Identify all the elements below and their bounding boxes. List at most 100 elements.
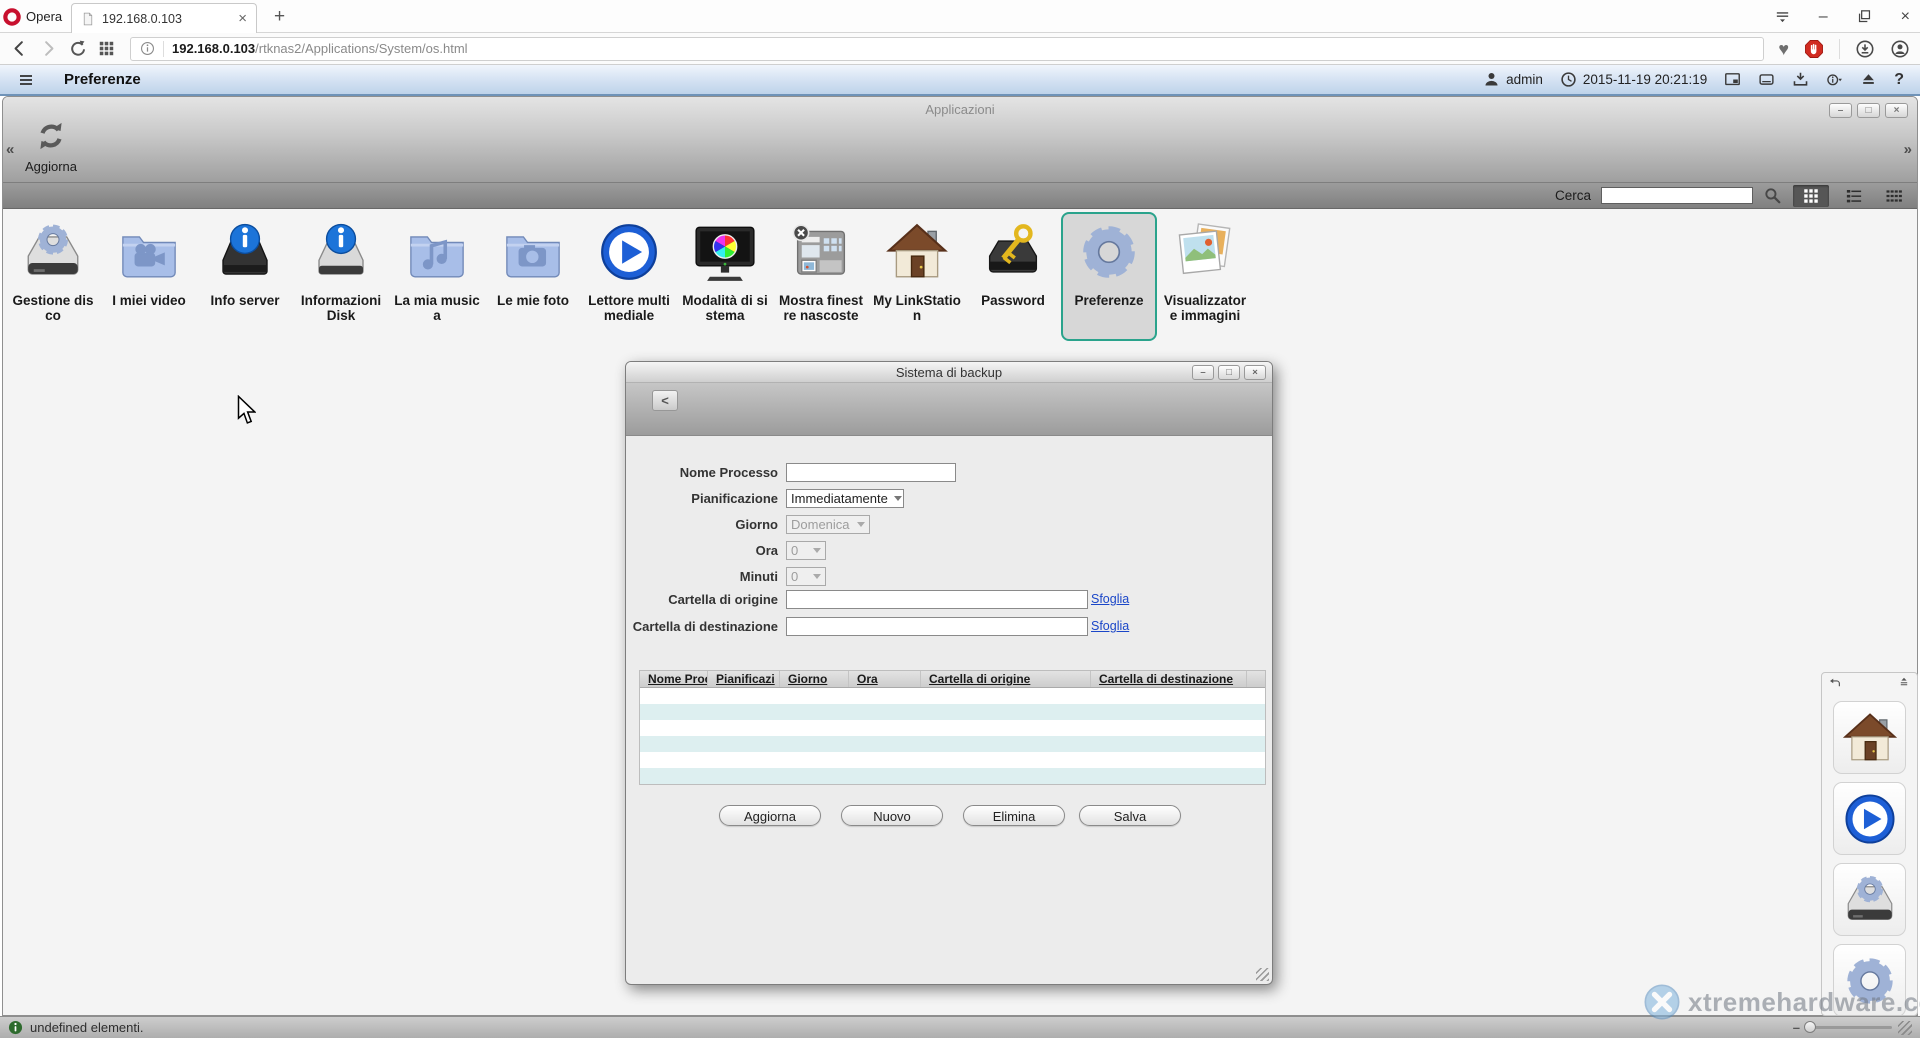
info-dropdown-icon[interactable]: [1826, 71, 1843, 88]
app-item-lettore-multimediale[interactable]: Lettore multimediale: [581, 212, 677, 341]
browser-tab[interactable]: 192.168.0.103 ×: [71, 3, 257, 33]
back-button[interactable]: [10, 39, 29, 58]
site-info-icon[interactable]: [140, 41, 155, 56]
table-row[interactable]: [640, 688, 1265, 704]
app-item-info-server[interactable]: Info server: [197, 212, 293, 341]
tab-menu-icon[interactable]: [1774, 8, 1791, 25]
help-button[interactable]: ?: [1894, 71, 1904, 89]
aggiorna-button[interactable]: Aggiorna: [719, 805, 821, 826]
dialog-maximize-button[interactable]: □: [1218, 365, 1240, 380]
app-item-informazioni-disk[interactable]: Informazioni Disk: [293, 212, 389, 341]
window-resize-grip[interactable]: [1898, 1021, 1912, 1035]
app-item-my-linkstation[interactable]: My LinkStation: [869, 212, 965, 341]
salva-button[interactable]: Salva: [1079, 805, 1181, 826]
dock-collapse-icon[interactable]: [1897, 676, 1911, 690]
user-icon[interactable]: [1483, 71, 1500, 88]
window-close-button[interactable]: ×: [1901, 8, 1910, 26]
grid-view-button[interactable]: [1793, 185, 1829, 207]
dialog-resize-grip[interactable]: [1256, 968, 1269, 981]
app-item-le-mie-foto[interactable]: Le mie foto: [485, 212, 581, 341]
table-row[interactable]: [640, 768, 1265, 784]
zoom-slider-knob[interactable]: [1804, 1021, 1816, 1033]
source-browse-link[interactable]: Sfoglia: [1091, 592, 1129, 606]
status-bar: undefined elementi. –: [0, 1016, 1920, 1038]
table-header-cartella-di-destinazione[interactable]: Cartella di destinazione: [1091, 671, 1247, 687]
display-icon[interactable]: [1724, 71, 1741, 88]
process-name-input[interactable]: [786, 463, 956, 482]
dock-item-media-player[interactable]: [1833, 782, 1906, 855]
speed-dial-button[interactable]: [97, 39, 116, 58]
forward-button[interactable]: [39, 39, 58, 58]
elimina-button[interactable]: Elimina: [963, 805, 1065, 826]
nuovo-button[interactable]: Nuovo: [841, 805, 943, 826]
table-header-cartella-di-origine[interactable]: Cartella di origine: [921, 671, 1091, 687]
hour-select: 0: [786, 541, 826, 560]
refresh-apps-button[interactable]: Aggiorna: [19, 119, 83, 174]
dock-item-preferences[interactable]: [1833, 944, 1906, 1016]
table-header-nome-proc[interactable]: Nome Proc: [640, 671, 708, 687]
source-folder-input[interactable]: [786, 590, 1088, 609]
browser-menu-button[interactable]: Opera: [0, 0, 70, 33]
bookmark-heart-icon[interactable]: ♥: [1778, 40, 1789, 58]
dock-item-disk-manager[interactable]: [1833, 863, 1906, 936]
destination-folder-input[interactable]: [786, 617, 1088, 636]
profile-icon[interactable]: [1890, 39, 1910, 59]
play-icon: [1841, 790, 1899, 848]
table-header-pianificazi[interactable]: Pianificazi: [708, 671, 780, 687]
search-input[interactable]: [1601, 187, 1753, 204]
window-restore-button[interactable]: [1856, 8, 1873, 25]
window-minimize-button[interactable]: –: [1819, 8, 1828, 26]
detail-view-button[interactable]: [1879, 185, 1909, 207]
new-tab-button[interactable]: +: [266, 0, 293, 33]
dialog-close-button[interactable]: ×: [1244, 365, 1266, 380]
app-item-la-mia-musica[interactable]: La mia musica: [389, 212, 485, 341]
dialog-title-bar[interactable]: Sistema di backup – □ ×: [626, 362, 1272, 383]
app-item-label: Informazioni Disk: [295, 293, 387, 323]
dialog-back-button[interactable]: <: [652, 390, 678, 411]
url-field[interactable]: 192.168.0.103/rtknas2/Applications/Syste…: [130, 37, 1764, 61]
app-item-label: Gestione disco: [7, 293, 99, 323]
zoom-minus-icon[interactable]: –: [1793, 1020, 1800, 1035]
table-row[interactable]: [640, 752, 1265, 768]
table-row[interactable]: [640, 720, 1265, 736]
drive-info-icon: [308, 219, 374, 285]
app-item-gestione-disco[interactable]: Gestione disco: [5, 212, 101, 341]
table-row[interactable]: [640, 704, 1265, 720]
storage-icon[interactable]: [1758, 71, 1775, 88]
app-item-label: La mia musica: [391, 293, 483, 323]
refresh-label: Aggiorna: [19, 159, 83, 174]
collapse-left-icon[interactable]: «: [6, 141, 14, 158]
table-row[interactable]: [640, 736, 1265, 752]
app-item-label: I miei video: [103, 293, 195, 308]
app-item-i-miei-video[interactable]: I miei video: [101, 212, 197, 341]
app-item-password[interactable]: Password: [965, 212, 1061, 341]
adblock-icon[interactable]: [1804, 39, 1824, 59]
tab-close-icon[interactable]: ×: [238, 10, 247, 27]
app-item-preferenze[interactable]: Preferenze: [1061, 212, 1157, 341]
dialog-minimize-button[interactable]: –: [1192, 365, 1214, 380]
dock-item-my-linkstation[interactable]: [1833, 701, 1906, 774]
house-icon: [1841, 709, 1899, 767]
search-icon[interactable]: [1763, 186, 1783, 206]
collapse-right-icon[interactable]: »: [1904, 141, 1912, 158]
app-item-visualizzatore-immagini[interactable]: Visualizzatore immagini: [1157, 212, 1253, 341]
table-header-giorno[interactable]: Giorno: [780, 671, 849, 687]
app-window-maximize-button[interactable]: □: [1857, 103, 1880, 118]
zoom-slider[interactable]: [1806, 1026, 1892, 1029]
app-item-label: My LinkStation: [871, 293, 963, 323]
app-window-minimize-button[interactable]: –: [1829, 103, 1852, 118]
destination-browse-link[interactable]: Sfoglia: [1091, 619, 1129, 633]
folder-photo-icon: [500, 219, 566, 285]
reload-button[interactable]: [68, 39, 87, 58]
table-header-ora[interactable]: Ora: [849, 671, 921, 687]
app-item-mostra-finestre-nascoste[interactable]: Mostra finestre nascoste: [773, 212, 869, 341]
app-item-modalit-di-sistema[interactable]: Modalità di sistema: [677, 212, 773, 341]
hamburger-menu-icon[interactable]: [16, 72, 36, 88]
app-window-close-button[interactable]: ×: [1885, 103, 1908, 118]
list-view-button[interactable]: [1839, 185, 1869, 207]
schedule-select[interactable]: Immediatamente: [786, 489, 904, 508]
download-icon[interactable]: [1792, 71, 1809, 88]
dock-undo-icon[interactable]: [1828, 676, 1842, 690]
downloads-icon[interactable]: [1855, 39, 1875, 59]
eject-icon[interactable]: [1860, 71, 1877, 88]
